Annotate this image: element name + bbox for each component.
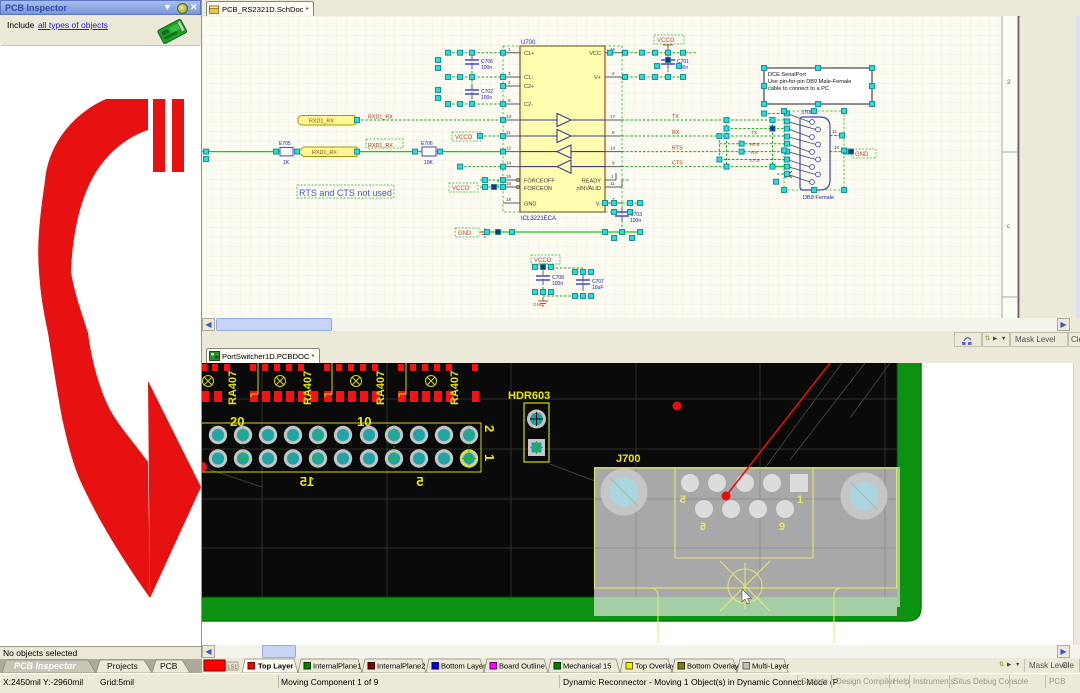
svg-text:RXD1_RX: RXD1_RX bbox=[312, 150, 337, 156]
svg-text:RX: RX bbox=[751, 150, 758, 156]
svg-text:GND: GND bbox=[458, 231, 472, 237]
svg-text:100n: 100n bbox=[481, 95, 492, 101]
svg-text:RXD1_RX: RXD1_RX bbox=[368, 115, 393, 121]
svg-text:C2+: C2+ bbox=[524, 84, 534, 90]
svg-text:8: 8 bbox=[612, 130, 615, 135]
svg-text:J700: J700 bbox=[616, 453, 640, 465]
svg-text:RA407: RA407 bbox=[449, 371, 461, 405]
svg-text:FORCEON: FORCEON bbox=[524, 186, 552, 192]
svg-text:PCB Inspector: PCB Inspector bbox=[14, 661, 77, 671]
svg-text:C1+: C1+ bbox=[524, 51, 534, 57]
svg-text:9: 9 bbox=[779, 521, 785, 533]
svg-text:5: 5 bbox=[508, 98, 511, 103]
svg-text:1: 1 bbox=[797, 494, 803, 506]
svg-text:17: 17 bbox=[610, 114, 616, 119]
svg-text:V+: V+ bbox=[594, 75, 601, 81]
svg-text:DCE SerialPort: DCE SerialPort bbox=[768, 72, 806, 78]
svg-text:100n: 100n bbox=[481, 65, 492, 71]
svg-text:TX: TX bbox=[672, 114, 679, 120]
svg-text:100n: 100n bbox=[552, 281, 563, 287]
svg-text:PCB: PCB bbox=[160, 661, 178, 671]
svg-text:V-: V- bbox=[596, 202, 601, 208]
svg-text:1: 1 bbox=[482, 454, 497, 461]
svg-text:10: 10 bbox=[357, 414, 371, 429]
svg-text:13: 13 bbox=[506, 114, 512, 119]
svg-text:Top Overlay: Top Overlay bbox=[635, 662, 675, 671]
svg-text:Board Outline: Board Outline bbox=[499, 662, 545, 671]
svg-text:RXD1_RX: RXD1_RX bbox=[309, 119, 334, 125]
svg-text:Bottom Overlay: Bottom Overlay bbox=[687, 662, 739, 671]
svg-text:4: 4 bbox=[508, 80, 511, 85]
svg-text:9: 9 bbox=[612, 161, 615, 166]
svg-text:Multi-Layer: Multi-Layer bbox=[752, 662, 790, 671]
svg-text:RA407: RA407 bbox=[375, 371, 387, 405]
svg-text:12: 12 bbox=[506, 146, 512, 151]
svg-text:VCCO: VCCO bbox=[534, 258, 552, 264]
svg-text:E705: E705 bbox=[279, 141, 291, 147]
svg-text:ICL3221ECA: ICL3221ECA bbox=[521, 216, 556, 222]
svg-text:10: 10 bbox=[834, 145, 840, 150]
svg-text:1K: 1K bbox=[283, 160, 290, 166]
svg-text:6: 6 bbox=[700, 521, 706, 533]
svg-text:InternalPlane2: InternalPlane2 bbox=[377, 662, 425, 671]
svg-text:11: 11 bbox=[506, 130, 511, 135]
svg-text:c: c bbox=[1007, 224, 1010, 230]
svg-text:RTS and CTS not used: RTS and CTS not used bbox=[299, 188, 392, 198]
svg-text:2: 2 bbox=[612, 71, 615, 76]
svg-text:11: 11 bbox=[610, 181, 615, 186]
svg-text:C2-: C2- bbox=[524, 102, 533, 108]
svg-text:Use pin-for-pin DB9 Male-Femal: Use pin-for-pin DB9 Male-Female bbox=[768, 79, 851, 85]
svg-text:14: 14 bbox=[506, 161, 512, 166]
svg-text:20: 20 bbox=[230, 414, 244, 429]
svg-text:RX: RX bbox=[672, 130, 680, 136]
svg-text:LS1: LS1 bbox=[228, 665, 238, 671]
svg-text:16: 16 bbox=[506, 174, 512, 179]
svg-text:10uF: 10uF bbox=[592, 285, 603, 291]
svg-text:5: 5 bbox=[680, 494, 686, 506]
svg-text:VCCO: VCCO bbox=[657, 38, 675, 44]
svg-text:100n: 100n bbox=[630, 218, 641, 224]
svg-text:TX: TX bbox=[751, 130, 758, 136]
svg-text:RA407: RA407 bbox=[227, 371, 239, 405]
svg-text:GND: GND bbox=[524, 202, 536, 208]
svg-text:InternalPlane1: InternalPlane1 bbox=[313, 662, 361, 671]
svg-text:1: 1 bbox=[611, 174, 614, 179]
svg-text:U700: U700 bbox=[521, 40, 536, 46]
svg-text:READY: READY bbox=[582, 179, 602, 185]
svg-text:CTS: CTS bbox=[672, 161, 683, 167]
svg-text:RA407: RA407 bbox=[302, 371, 314, 405]
svg-text:3: 3 bbox=[508, 71, 511, 76]
svg-text:CTS: CTS bbox=[750, 158, 760, 164]
svg-text:cable to connect to a PC: cable to connect to a PC bbox=[768, 86, 829, 92]
svg-text:10K: 10K bbox=[424, 160, 434, 166]
svg-text:11: 11 bbox=[832, 129, 837, 134]
svg-text:2: 2 bbox=[482, 425, 497, 432]
svg-text:VCCO: VCCO bbox=[455, 135, 473, 141]
svg-text:Top Layer: Top Layer bbox=[258, 662, 293, 671]
svg-text:14: 14 bbox=[610, 146, 616, 151]
svg-text:FORCEOFF: FORCEOFF bbox=[524, 179, 555, 185]
svg-text:HDR603: HDR603 bbox=[508, 390, 550, 402]
svg-text:RTS: RTS bbox=[750, 142, 760, 148]
svg-text:18: 18 bbox=[506, 197, 512, 202]
svg-text:DB9 Female: DB9 Female bbox=[803, 195, 834, 201]
svg-text:5: 5 bbox=[416, 474, 423, 489]
svg-text:E706: E706 bbox=[421, 141, 433, 147]
svg-text:15: 15 bbox=[300, 474, 314, 489]
svg-text:Mechanical 15: Mechanical 15 bbox=[563, 662, 611, 671]
svg-text:15: 15 bbox=[506, 181, 512, 186]
svg-text:Bottom Layer: Bottom Layer bbox=[441, 662, 486, 671]
svg-text:VCCO: VCCO bbox=[452, 186, 470, 192]
svg-text:nINVALID: nINVALID bbox=[577, 186, 601, 192]
svg-text:1: 1 bbox=[508, 47, 511, 52]
svg-text:RTS: RTS bbox=[672, 146, 683, 152]
svg-text:GND: GND bbox=[855, 152, 869, 158]
svg-text:VCC: VCC bbox=[589, 51, 601, 57]
svg-text:Projects: Projects bbox=[107, 661, 138, 671]
svg-text:C1-: C1- bbox=[524, 75, 533, 81]
